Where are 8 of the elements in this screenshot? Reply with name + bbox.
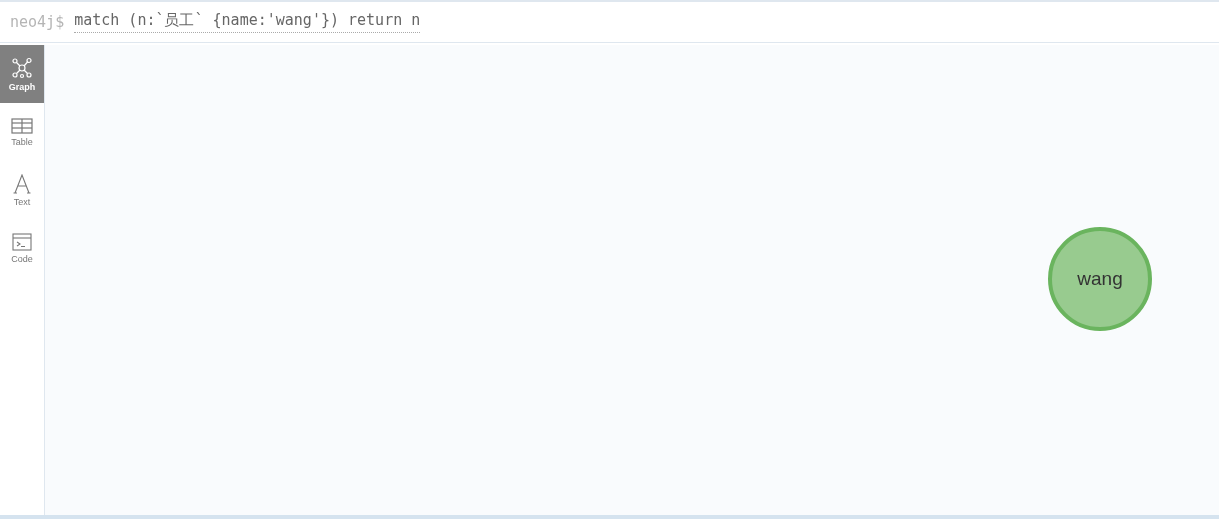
serif-letter-icon bbox=[13, 173, 31, 194]
prompt-label: neo4j$ bbox=[10, 13, 65, 31]
view-tab[interactable]: Graph bbox=[0, 45, 44, 103]
table-icon bbox=[11, 117, 33, 134]
query-text[interactable]: match (n:`员工` {name:'wang'}) return n bbox=[74, 11, 421, 33]
graph-node[interactable]: wang bbox=[1048, 227, 1152, 331]
terminal-icon bbox=[12, 232, 32, 251]
graph-icon bbox=[11, 56, 33, 79]
